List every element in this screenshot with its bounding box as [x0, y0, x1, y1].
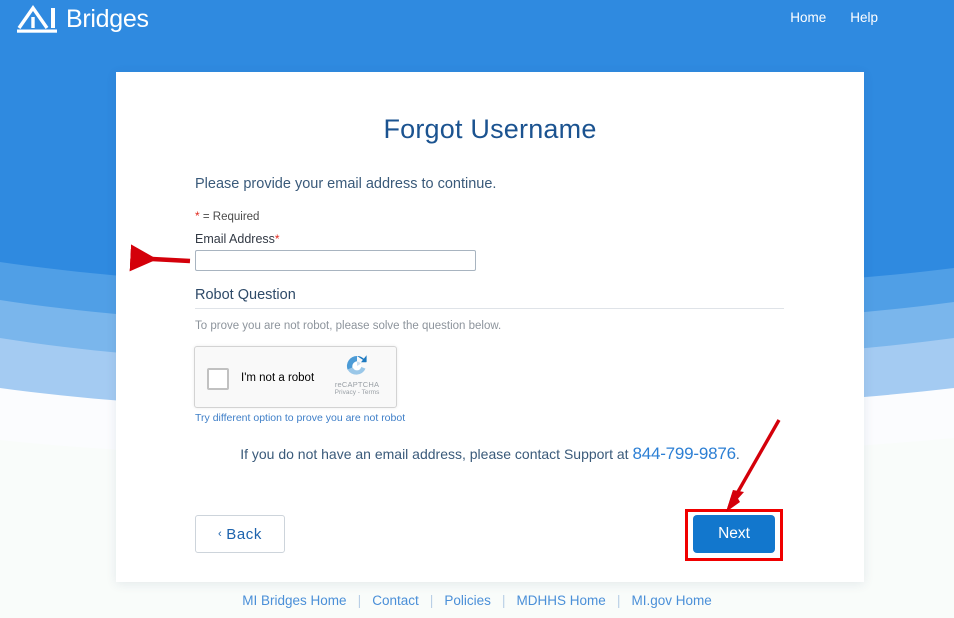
recaptcha-branding: reCAPTCHA Privacy - Terms [326, 353, 388, 396]
email-field-label: Email Address* [195, 232, 280, 246]
site-footer: MI Bridges Home | Contact | Policies | M… [0, 582, 954, 618]
try-different-option-link[interactable]: Try different option to prove you are no… [195, 412, 405, 424]
site-logo[interactable]: Bridges [17, 4, 149, 34]
logo-text: Bridges [66, 4, 149, 33]
mi-logo-icon [17, 5, 57, 33]
required-legend: * = Required [195, 209, 259, 223]
footer-link-mi-gov-home[interactable]: MI.gov Home [620, 593, 722, 608]
recaptcha-icon [346, 355, 367, 375]
back-button[interactable]: ‹ Back [195, 515, 285, 553]
forgot-username-card: Forgot Username Please provide your emai… [116, 72, 864, 582]
support-phone-number[interactable]: 844-799-9876 [632, 444, 736, 463]
required-legend-text: = Required [202, 211, 260, 223]
email-label-text: Email Address [195, 232, 275, 246]
recaptcha-legal-text: Privacy - Terms [334, 389, 380, 396]
footer-link-policies[interactable]: Policies [433, 593, 502, 608]
support-contact-text: If you do not have an email address, ple… [116, 444, 864, 464]
robot-question-heading: Robot Question [195, 287, 296, 303]
recaptcha-checkbox[interactable] [207, 368, 229, 390]
intro-text: Please provide your email address to con… [195, 176, 497, 192]
back-button-label: Back [226, 525, 262, 543]
nav-link-help[interactable]: Help [850, 11, 878, 25]
robot-question-subtitle: To prove you are not robot, please solve… [195, 320, 502, 332]
footer-link-contact[interactable]: Contact [361, 593, 430, 608]
recaptcha-label: I'm not a robot [241, 372, 315, 384]
page-title: Forgot Username [383, 114, 597, 144]
chevron-left-icon: ‹ [217, 528, 223, 540]
support-prefix-text: If you do not have an email address, ple… [240, 446, 629, 462]
header-nav: Home Help [790, 11, 878, 25]
next-button[interactable]: Next [693, 515, 775, 553]
footer-link-mi-bridges-home[interactable]: MI Bridges Home [231, 593, 357, 608]
footer-link-mdhhs-home[interactable]: MDHHS Home [506, 593, 617, 608]
nav-link-home[interactable]: Home [790, 11, 826, 25]
site-header: Bridges Home Help [0, 0, 954, 40]
recaptcha-brand-name: reCAPTCHA [334, 380, 380, 389]
email-input[interactable] [195, 250, 476, 271]
recaptcha-widget[interactable]: I'm not a robot reCAPTCHA Privacy - Term… [194, 346, 397, 408]
required-asterisk: * [195, 209, 200, 223]
email-required-asterisk: * [274, 232, 280, 246]
next-button-wrap: Next [693, 515, 775, 553]
section-divider [195, 308, 784, 309]
support-suffix-text: . [735, 446, 740, 462]
